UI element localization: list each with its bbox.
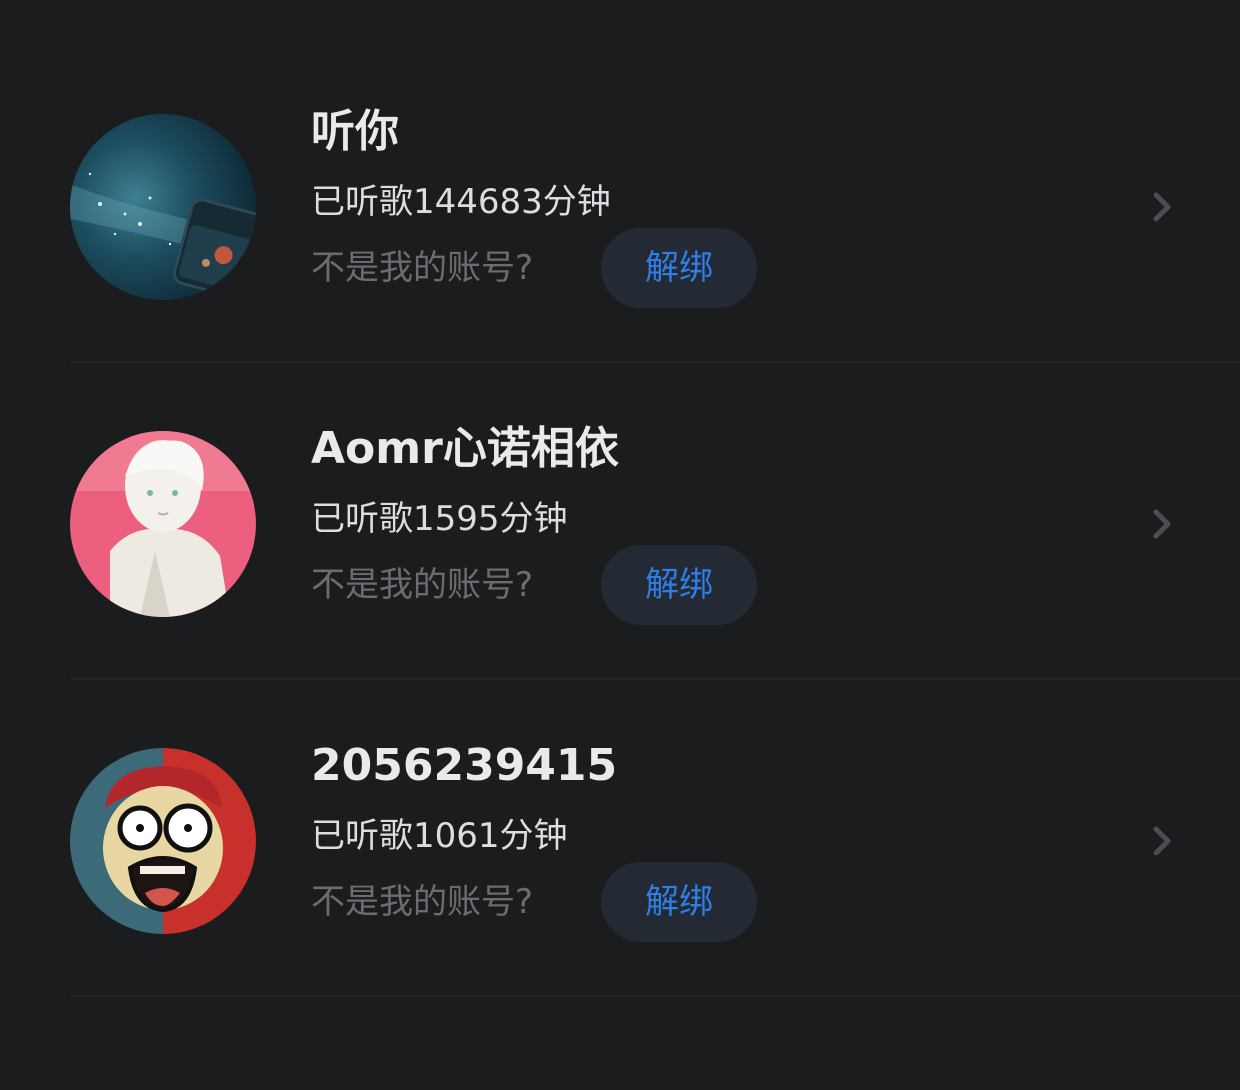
avatar[interactable]	[70, 431, 256, 617]
account-name: Aomr心诺相依	[311, 423, 619, 474]
listen-time: 已听歌1061分钟	[311, 816, 568, 856]
unbind-button[interactable]: 解绑	[601, 228, 757, 308]
avatar[interactable]	[70, 114, 256, 300]
cartoon-face-avatar-icon	[70, 748, 256, 934]
avatar[interactable]	[70, 748, 256, 934]
not-my-account-label: 不是我的账号?	[311, 565, 534, 605]
not-my-account-label: 不是我的账号?	[311, 248, 534, 288]
account-name: 听你	[311, 106, 399, 157]
chevron-right-icon[interactable]	[1148, 189, 1176, 225]
account-row[interactable]: 2056239415 已听歌1061分钟 不是我的账号? 解绑	[0, 680, 1240, 997]
account-row[interactable]: 听你 已听歌144683分钟 不是我的账号? 解绑	[0, 46, 1240, 363]
unbind-button[interactable]: 解绑	[601, 862, 757, 942]
account-row[interactable]: Aomr心诺相依 已听歌1595分钟 不是我的账号? 解绑	[0, 363, 1240, 680]
account-list: 听你 已听歌144683分钟 不是我的账号? 解绑 Aomr心诺相依 已听歌15…	[0, 46, 1240, 997]
not-my-account-label: 不是我的账号?	[311, 882, 534, 922]
chevron-right-icon[interactable]	[1148, 506, 1176, 542]
chevron-right-icon[interactable]	[1148, 823, 1176, 859]
anime-boy-avatar-icon	[70, 431, 256, 617]
unbind-button[interactable]: 解绑	[601, 545, 757, 625]
account-name: 2056239415	[311, 740, 618, 791]
listen-time: 已听歌1595分钟	[311, 499, 568, 539]
galaxy-bottle-avatar-icon	[70, 114, 256, 300]
divider	[70, 995, 1240, 997]
listen-time: 已听歌144683分钟	[311, 182, 611, 222]
